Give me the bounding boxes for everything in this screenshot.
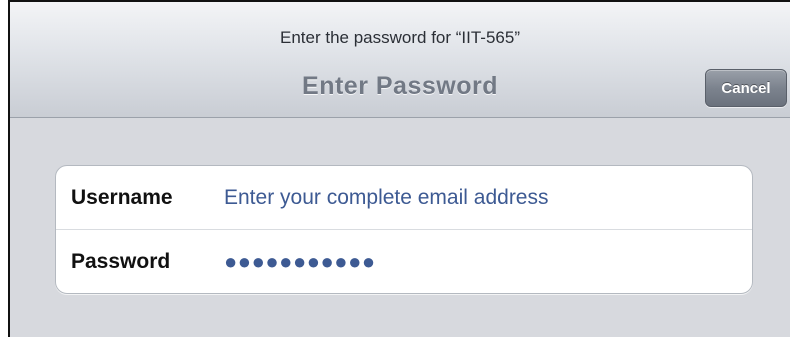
credentials-form: Username Enter your complete email addre… <box>55 165 753 294</box>
password-row[interactable]: Password ●●●●●●●●●●● <box>56 230 752 293</box>
cancel-button[interactable]: Cancel <box>705 69 787 107</box>
password-dialog: Enter the password for “IIT-565” Enter P… <box>8 0 790 337</box>
dialog-prompt: Enter the password for “IIT-565” <box>280 28 520 47</box>
username-field[interactable]: Enter your complete email address <box>224 186 549 210</box>
navigation-bar: Enter the password for “IIT-565” Enter P… <box>10 2 790 118</box>
password-label: Password <box>71 250 171 273</box>
username-label: Username <box>71 185 173 209</box>
password-field[interactable]: ●●●●●●●●●●● <box>224 249 376 275</box>
page-title: Enter Password <box>302 72 498 100</box>
username-row[interactable]: Username Enter your complete email addre… <box>56 166 752 230</box>
